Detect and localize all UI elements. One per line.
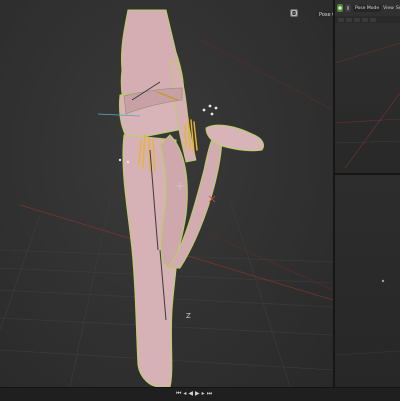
secondary-viewport-upper[interactable] [335, 23, 400, 173]
timeline-bar[interactable]: ⏮ ◂ ◀ ▶ ▸ ⏭ [0, 387, 400, 401]
pose-icon[interactable] [345, 4, 351, 12]
view-menu[interactable]: View [383, 6, 394, 11]
tool-button[interactable] [346, 17, 352, 22]
axis-label-z: Z [186, 312, 191, 320]
pose-options-dropdown[interactable]: Pose Options [316, 11, 333, 19]
tool-button[interactable] [370, 17, 376, 22]
playback-controls: ⏮ ◂ ◀ ▶ ▸ ⏭ [176, 390, 212, 398]
blender-window: Z Pose Options Pose Mo [0, 0, 400, 401]
secondary-scene-upper [335, 42, 400, 169]
tool-button[interactable] [362, 17, 368, 22]
step-forward-icon[interactable]: ▸ [202, 390, 205, 398]
3d-viewport[interactable]: Z Pose Options [0, 0, 333, 387]
tool-button[interactable] [338, 17, 344, 22]
viewport-header: Pose Options [290, 9, 333, 21]
secondary-toolbar [335, 16, 400, 23]
tool-button[interactable] [354, 17, 360, 22]
jump-start-icon[interactable]: ⏮ [176, 390, 181, 398]
editor-type-icon[interactable] [337, 4, 343, 12]
object-icon[interactable] [291, 10, 313, 20]
secondary-3d-viewport[interactable]: Pose Mode View Se [335, 0, 400, 387]
jump-end-icon[interactable]: ⏭ [207, 390, 212, 398]
secondary-viewport-lower[interactable] [335, 175, 400, 387]
viewport-scene: Z [0, 9, 333, 387]
red-guide-line-2 [199, 229, 333, 291]
select-menu[interactable]: Se [396, 6, 400, 11]
mode-dropdown[interactable]: Pose Mode [353, 4, 382, 12]
secondary-scene-lower [335, 279, 400, 356]
step-back-icon[interactable]: ◂ [183, 390, 186, 398]
play-icon[interactable]: ▶ [195, 390, 200, 398]
secondary-viewport-header: Pose Mode View Se [335, 0, 400, 16]
red-guide-line [199, 39, 333, 111]
play-reverse-icon[interactable]: ◀ [188, 390, 193, 398]
